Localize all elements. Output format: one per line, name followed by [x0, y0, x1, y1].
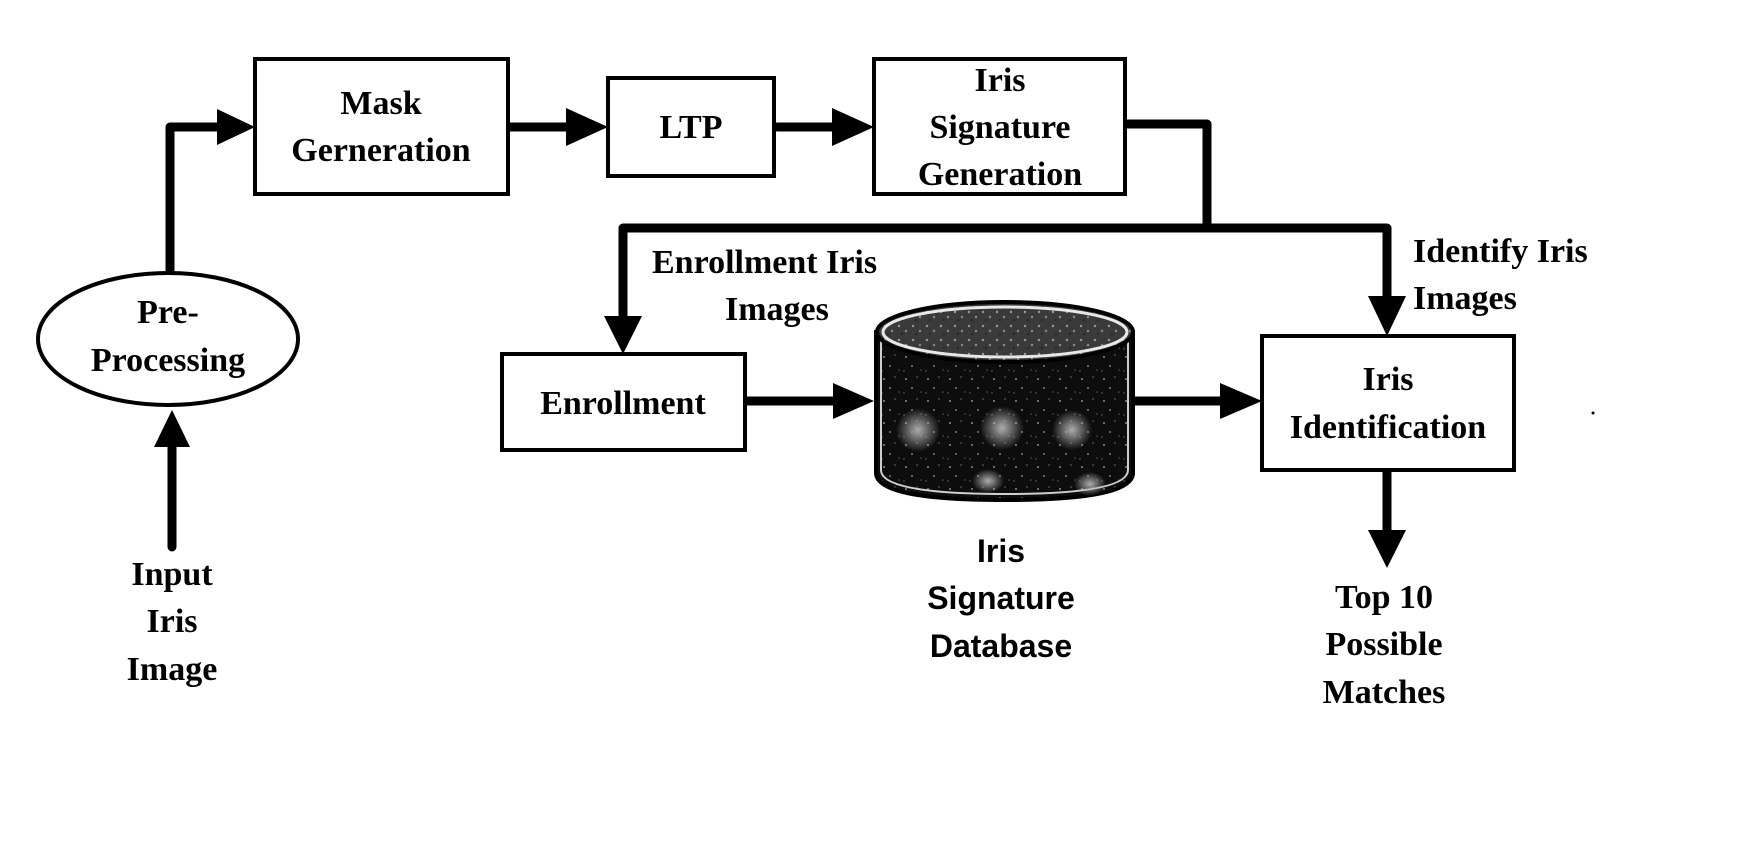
signature-generation-label-line-3: Generation	[918, 156, 1082, 193]
database-label-line-3: Database	[930, 628, 1072, 664]
identification-label-line-1: Iris	[1363, 361, 1414, 398]
database-label-line-1: Iris	[977, 533, 1025, 569]
mask-generation-label-line-1: Mask	[340, 85, 421, 122]
node-mask-generation[interactable]: Mask Gerneration	[253, 57, 510, 196]
edge-enrollment-to-database	[742, 383, 874, 419]
node-identification[interactable]: Iris Identification	[1260, 334, 1516, 472]
database-label-line-2: Signature	[927, 580, 1075, 616]
node-signature-generation[interactable]: Iris Signature Generation	[872, 57, 1127, 196]
edge-label-enrollment: Enrollment Iris Images	[652, 244, 877, 328]
preprocessing-label-line-2: Processing	[91, 342, 245, 379]
node-output: Top 10 Possible Matches	[1323, 579, 1446, 711]
mask-generation-label-line-2: Gerneration	[291, 132, 470, 169]
edge-signature-to-bus	[1122, 119, 1212, 233]
node-database[interactable]: Iris Signature Database	[874, 300, 1135, 664]
identify-branch-label-line-1: Identify Iris	[1413, 233, 1588, 270]
edge-input-to-preprocessing	[154, 410, 190, 552]
edge-label-identify: Identify Iris Images	[1413, 233, 1588, 317]
ltp-label: LTP	[659, 109, 722, 146]
preprocessing-label-line-1: Pre-	[137, 294, 199, 331]
signature-generation-label-line-1: Iris	[975, 62, 1026, 99]
edge-identification-to-output	[1368, 463, 1406, 568]
enrollment-branch-label-line-1: Enrollment Iris	[652, 244, 877, 281]
iris-recognition-flow-diagram: Pre- Processing Mask Gerneration LTP Iri…	[36, 57, 1595, 711]
identification-label-line-2: Identification	[1290, 409, 1487, 446]
node-ltp[interactable]: LTP	[606, 76, 776, 178]
identify-branch-label-line-2: Images	[1413, 280, 1517, 317]
edge-database-to-identification	[1128, 383, 1262, 419]
edge-ltp-to-signature	[772, 108, 874, 146]
output-label-line-1: Top 10	[1335, 579, 1433, 616]
enrollment-branch-label-line-2: Images	[725, 291, 829, 328]
edge-preprocessing-to-mask	[165, 109, 255, 277]
node-input: Input Iris Image	[127, 556, 218, 688]
edge-mask-to-ltp	[505, 108, 608, 146]
input-label-line-1: Input	[131, 556, 213, 593]
input-label-line-2: Iris	[147, 603, 198, 640]
input-label-line-3: Image	[127, 651, 218, 688]
node-enrollment[interactable]: Enrollment	[500, 352, 747, 452]
output-label-line-3: Matches	[1323, 674, 1446, 711]
database-cylinder-icon	[874, 300, 1135, 503]
node-preprocessing[interactable]: Pre- Processing	[36, 271, 300, 407]
edge-bus-to-identification	[1202, 223, 1406, 336]
enrollment-label: Enrollment	[540, 385, 706, 422]
output-label-line-2: Possible	[1325, 626, 1442, 663]
stray-dot	[1591, 411, 1595, 415]
signature-generation-label-line-2: Signature	[929, 109, 1070, 146]
